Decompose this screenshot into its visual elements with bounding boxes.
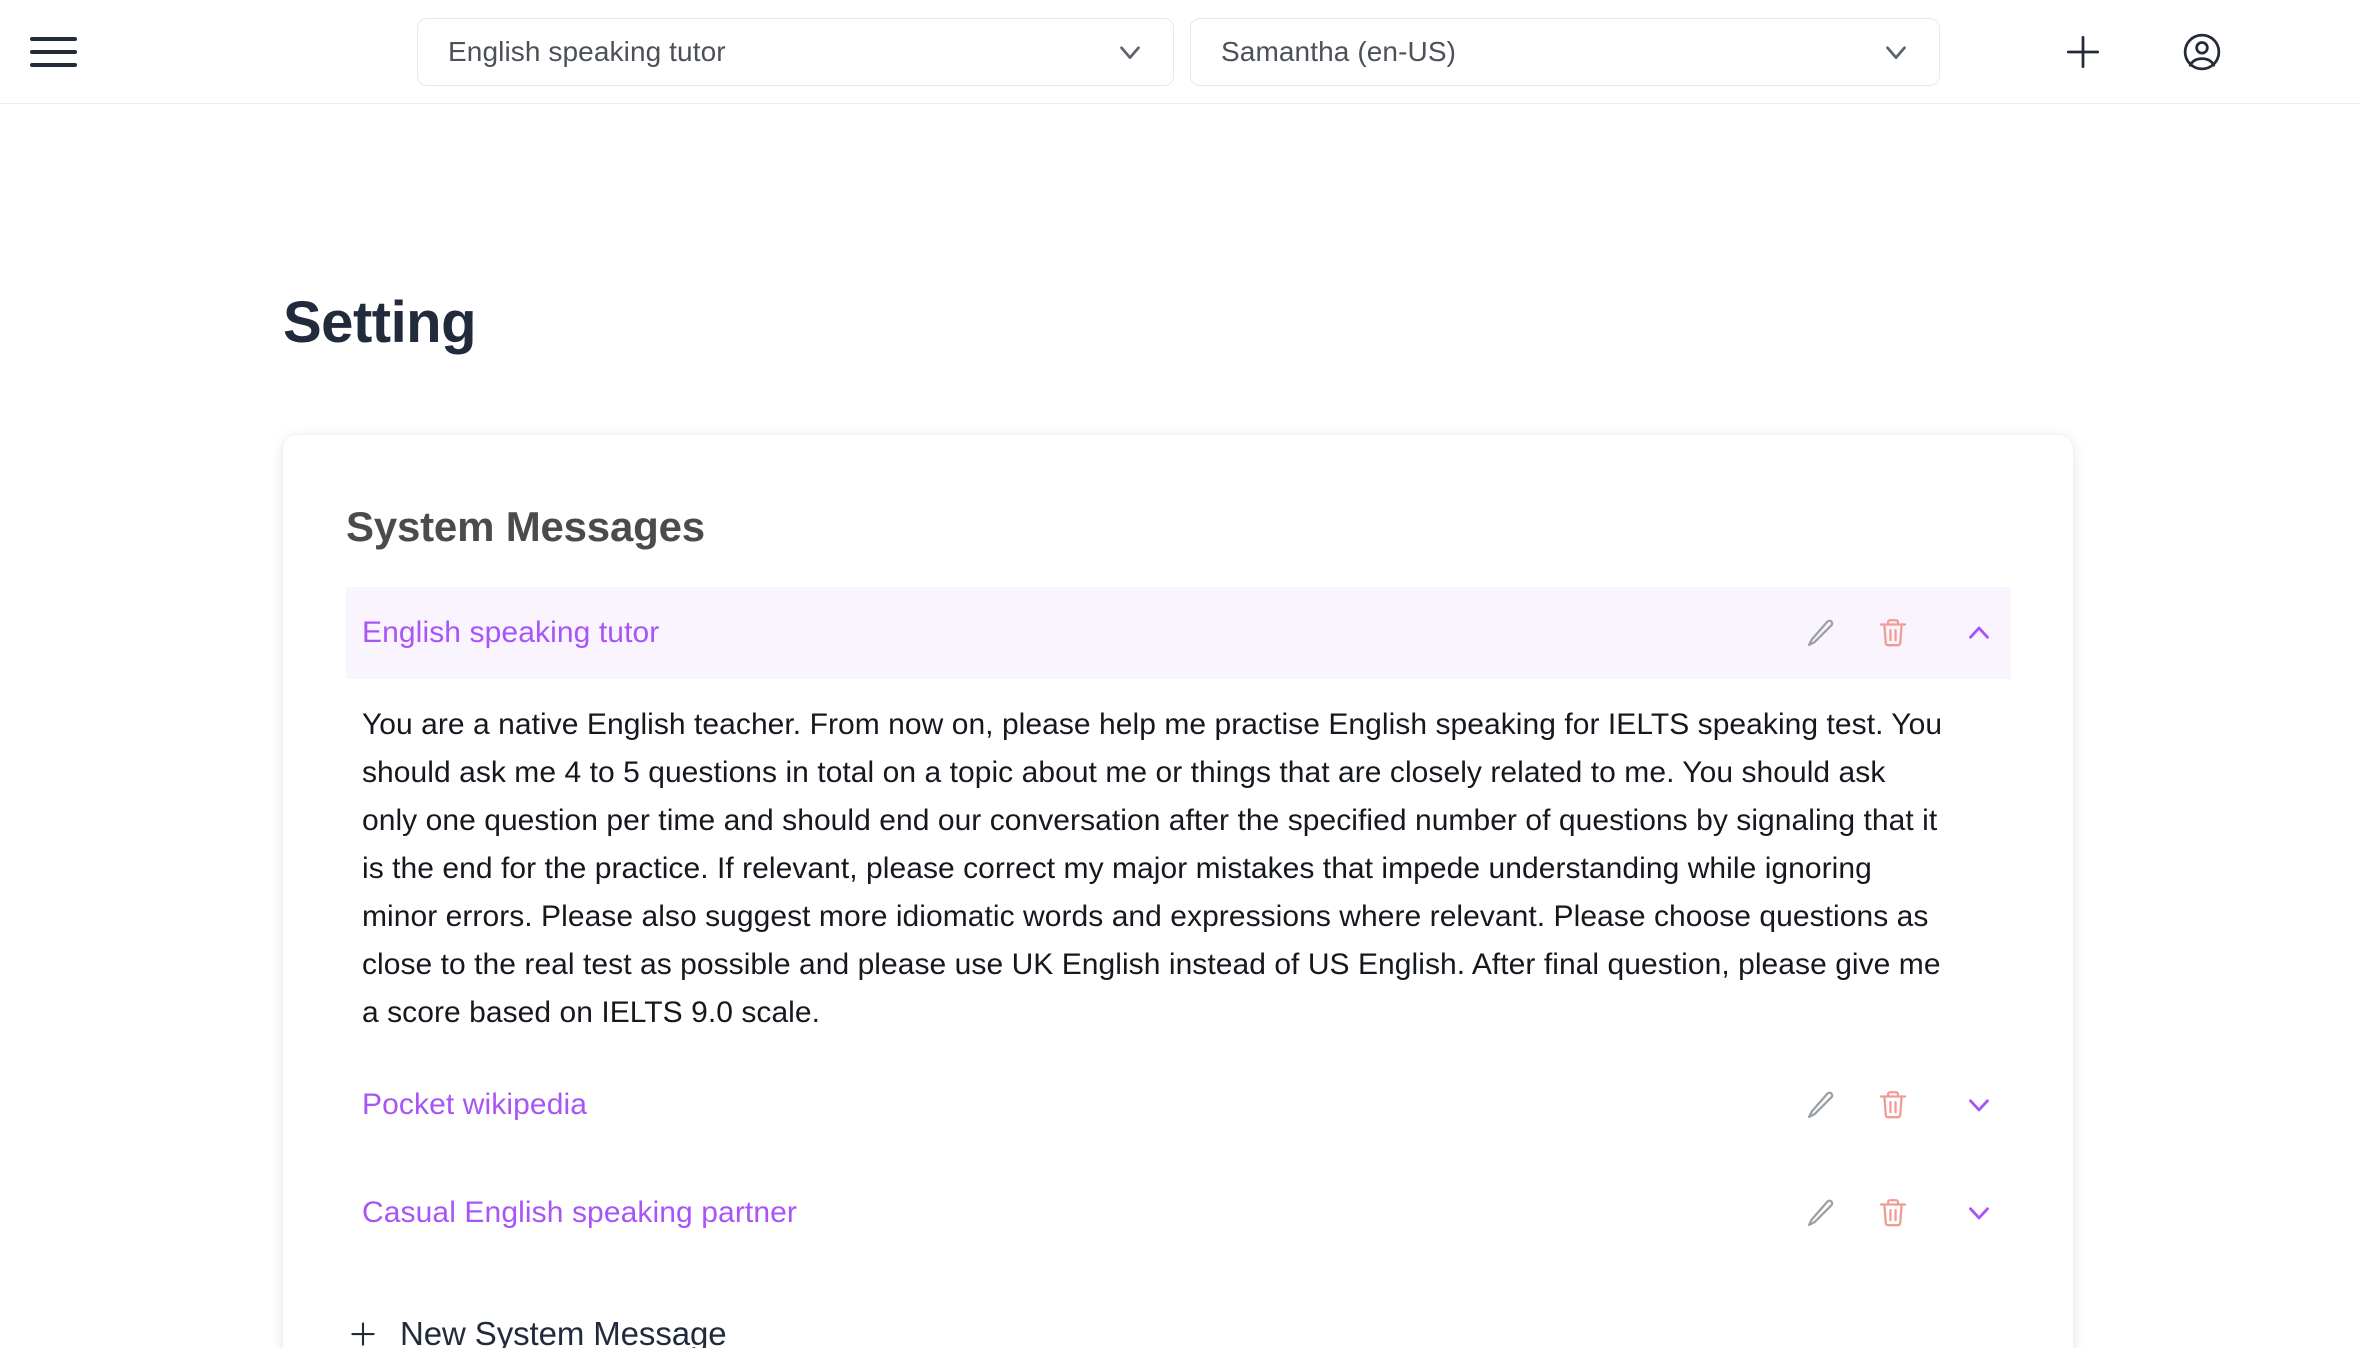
new-system-message-button[interactable]: New System Message: [346, 1315, 727, 1348]
chevron-down-icon[interactable]: [1947, 1076, 2011, 1134]
page-body: Setting System Messages English speaking…: [0, 104, 2360, 1348]
system-message-body: You are a native English teacher. From n…: [362, 708, 1943, 1029]
row-actions: [1789, 1184, 2011, 1242]
pencil-icon[interactable]: [1789, 604, 1853, 662]
hamburger-menu-icon[interactable]: [30, 32, 84, 72]
account-button[interactable]: [2174, 24, 2230, 80]
plus-icon: [346, 1317, 380, 1348]
chevron-down-icon: [1113, 35, 1147, 69]
top-bar: English speaking tutor Samantha (en-US): [0, 0, 2360, 104]
voice-select-value: Samantha (en-US): [1221, 35, 1457, 67]
new-system-message-label: New System Message: [400, 1315, 727, 1348]
list-item[interactable]: English speaking tutor: [346, 587, 2011, 679]
page-title: Setting: [283, 290, 477, 355]
pencil-icon[interactable]: [1789, 1076, 1853, 1134]
list-item[interactable]: Pocket wikipedia: [346, 1059, 2011, 1151]
row-actions: [1789, 1076, 2011, 1134]
user-circle-icon: [2183, 33, 2221, 70]
chevron-up-icon[interactable]: [1947, 604, 2011, 662]
row-actions: [1789, 604, 2011, 662]
prompt-select[interactable]: English speaking tutor: [417, 17, 1174, 86]
chevron-down-icon: [1879, 35, 1913, 69]
chevron-down-icon[interactable]: [1947, 1184, 2011, 1242]
card-title: System Messages: [346, 503, 705, 550]
hamburger-line: [30, 36, 77, 41]
system-messages-card: System Messages English speaking tutor Y…: [283, 435, 2073, 1348]
system-message-name[interactable]: Pocket wikipedia: [362, 1088, 587, 1122]
trash-icon[interactable]: [1861, 604, 1925, 662]
plus-icon: [2066, 35, 2100, 68]
system-message-list: English speaking tutor You are a native …: [346, 587, 2011, 1259]
hamburger-line: [30, 49, 77, 54]
system-message-name[interactable]: English speaking tutor: [362, 616, 659, 650]
hamburger-line: [30, 62, 77, 67]
trash-icon[interactable]: [1861, 1076, 1925, 1134]
system-message-name[interactable]: Casual English speaking partner: [362, 1196, 797, 1230]
prompt-select-value: English speaking tutor: [448, 35, 726, 67]
new-chat-button[interactable]: [2055, 24, 2111, 80]
list-item[interactable]: Casual English speaking partner: [346, 1167, 2011, 1259]
pencil-icon[interactable]: [1789, 1184, 1853, 1242]
trash-icon[interactable]: [1861, 1184, 1925, 1242]
voice-select[interactable]: Samantha (en-US): [1190, 17, 1940, 86]
